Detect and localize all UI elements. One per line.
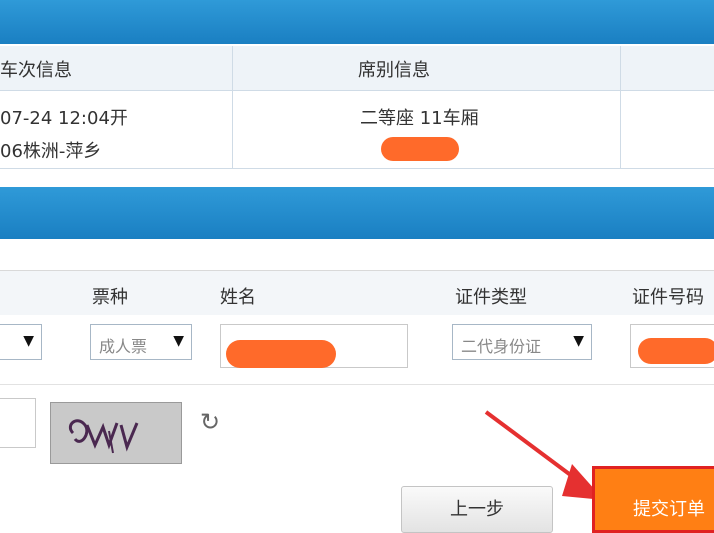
seat-info-header: 席别信息 [358, 60, 430, 81]
captcha-glyphs: OW [51, 403, 139, 454]
submit-order-label: 提交订单 [633, 499, 705, 520]
column-divider [232, 46, 233, 168]
passenger-section-header-bar [0, 187, 714, 239]
previous-step-button[interactable]: 上一步 [401, 486, 553, 533]
id-type-select[interactable]: 二代身份证 ▼ [452, 324, 592, 360]
captcha-input[interactable] [0, 398, 36, 448]
redacted-passenger-name [226, 340, 336, 368]
id-type-header: 证件类型 [455, 287, 527, 308]
seat-type-select[interactable]: ▼ [0, 324, 42, 360]
chevron-down-icon: ▼ [23, 333, 34, 349]
captcha-image[interactable]: OW [50, 402, 182, 464]
id-type-value: 二代身份证 [461, 337, 542, 356]
chevron-down-icon: ▼ [573, 333, 584, 349]
submit-order-button[interactable]: 提交订单 [592, 466, 714, 533]
table-bottom-border [0, 168, 714, 169]
chevron-down-icon: ▼ [173, 333, 184, 349]
ticket-type-header: 票种 [92, 287, 128, 308]
refresh-captcha-icon[interactable]: ↻ [200, 408, 220, 436]
train-route: 06株洲-萍乡 [0, 141, 102, 162]
train-datetime: 07-24 12:04开 [0, 108, 128, 129]
seat-class: 二等座 11车厢 [360, 108, 479, 129]
train-info-header: 车次信息 [0, 60, 72, 81]
redacted-seat-number [381, 137, 459, 161]
row-divider [0, 384, 714, 385]
captcha-text: OW [51, 403, 80, 407]
column-divider [620, 46, 621, 168]
redacted-id-number [638, 338, 714, 364]
train-section-header-bar [0, 0, 714, 44]
train-table-header-row [0, 46, 714, 91]
ticket-type-select[interactable]: 成人票 ▼ [90, 324, 192, 360]
id-number-header: 证件号码 [632, 287, 704, 308]
ticket-type-value: 成人票 [99, 337, 148, 356]
name-header: 姓名 [220, 287, 256, 308]
